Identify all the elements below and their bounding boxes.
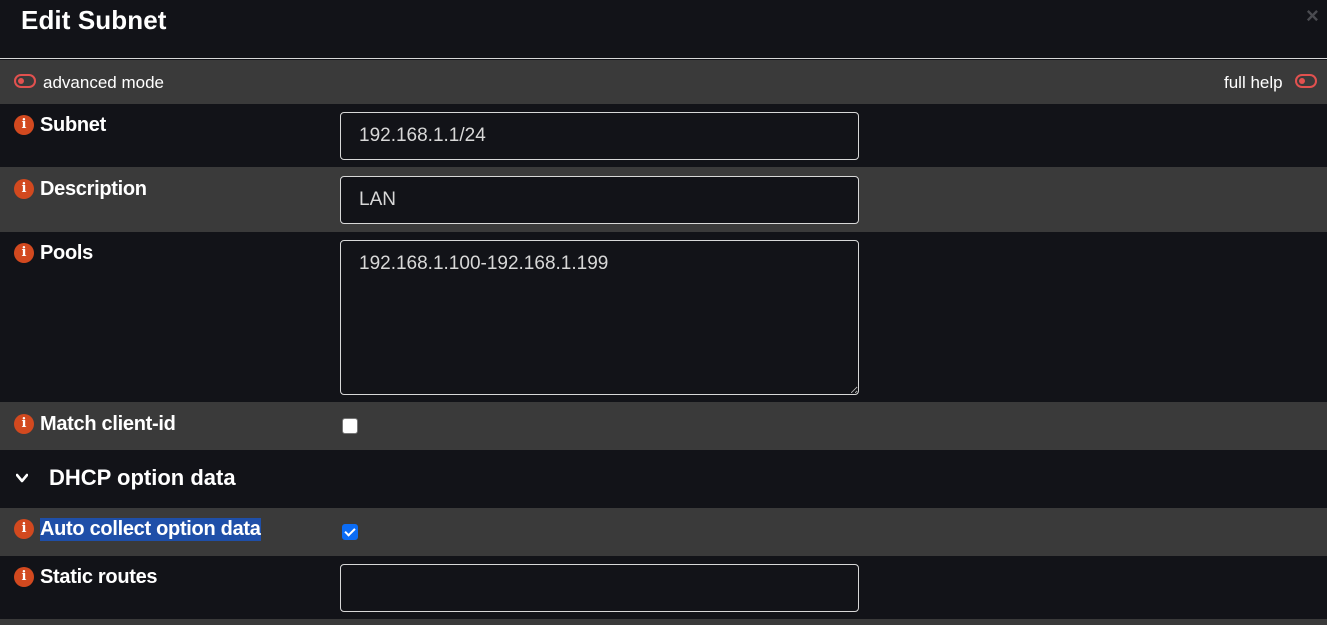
static-routes-input[interactable] (340, 564, 859, 612)
match-client-id-label: Match client-id (40, 413, 176, 435)
info-icon[interactable]: i (14, 243, 34, 263)
match-client-id-row (0, 402, 1327, 450)
description-input[interactable] (340, 176, 859, 224)
description-label: Description (40, 178, 147, 200)
dialog-title: Edit Subnet (21, 5, 167, 35)
chevron-down-icon[interactable] (16, 472, 28, 484)
toggle-knob (18, 78, 24, 84)
auto-collect-label: Auto collect option data (40, 518, 261, 541)
edit-subnet-dialog: Edit Subnet × advanced mode full help i … (0, 0, 1327, 625)
match-client-id-checkbox[interactable] (342, 418, 358, 434)
full-help-label[interactable]: full help (1224, 73, 1283, 93)
dialog-header: Edit Subnet × (0, 0, 1327, 59)
full-help-toggle[interactable] (1295, 74, 1317, 88)
static-routes-label: Static routes (40, 566, 158, 588)
info-icon[interactable]: i (14, 519, 34, 539)
mode-bar (0, 60, 1327, 104)
next-row-strip (0, 619, 1327, 625)
toggle-knob (1299, 78, 1305, 84)
dhcp-section-title[interactable]: DHCP option data (49, 465, 236, 491)
close-icon[interactable]: × (1306, 3, 1319, 29)
subnet-label: Subnet (40, 114, 106, 136)
subnet-input[interactable] (340, 112, 859, 160)
info-icon[interactable]: i (14, 115, 34, 135)
info-icon[interactable]: i (14, 179, 34, 199)
pools-textarea[interactable]: 192.168.1.100-192.168.1.199 (340, 240, 859, 395)
advanced-mode-label[interactable]: advanced mode (43, 73, 164, 93)
auto-collect-checkbox[interactable] (342, 524, 358, 540)
info-icon[interactable]: i (14, 414, 34, 434)
info-icon[interactable]: i (14, 567, 34, 587)
pools-label: Pools (40, 242, 93, 264)
advanced-mode-toggle[interactable] (14, 74, 36, 88)
